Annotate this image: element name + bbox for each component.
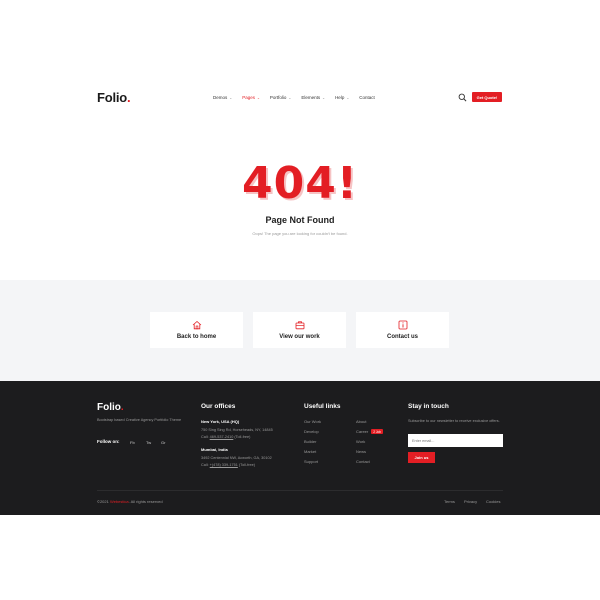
office-phone: Call: +(478) 339-1751 (Toll-free) bbox=[201, 463, 255, 467]
hiring-badge: 2 Job bbox=[371, 429, 384, 435]
office-city: New York, USA (HQ) bbox=[201, 419, 240, 424]
privacy-link[interactable]: Privacy bbox=[464, 499, 477, 504]
search-icon[interactable] bbox=[458, 93, 467, 102]
info-icon bbox=[398, 320, 407, 330]
office-address: 750 Sing Sing Rd, Horseheads, NY, 14845 bbox=[201, 428, 273, 432]
view-our-work-card[interactable]: View our work bbox=[253, 312, 346, 348]
nav-item-contact[interactable]: Contact bbox=[359, 95, 375, 100]
nav-item-help[interactable]: Help ⌄ bbox=[335, 95, 349, 100]
main-nav: Demos ⌄ Pages ⌄ Portfolio ⌄ Elements ⌄ Help ⌄… bbox=[213, 95, 385, 100]
copyright: ©2021 Webestica. All rights reserved bbox=[97, 499, 163, 504]
follow-label: Follow on: bbox=[97, 439, 120, 444]
footer-link[interactable]: Work bbox=[356, 439, 365, 444]
phone-link[interactable]: +(478) 339-1751 bbox=[210, 463, 238, 467]
newsletter-title: Stay in touch bbox=[408, 403, 449, 410]
cookies-link[interactable]: Cookies bbox=[486, 499, 500, 504]
card-label: Contact us bbox=[386, 334, 418, 340]
facebook-link[interactable]: Fb bbox=[130, 440, 135, 445]
phone-link[interactable]: 469-537-2410 bbox=[210, 435, 234, 439]
join-button[interactable]: Join us bbox=[408, 452, 435, 463]
footer-link-career[interactable]: Career 2 Job bbox=[356, 429, 384, 435]
chevron-down-icon: ⌄ bbox=[229, 95, 233, 100]
brand-link[interactable]: Webestica bbox=[110, 499, 129, 504]
office-city: Mumbai, India bbox=[201, 447, 228, 452]
card-label: View our work bbox=[279, 334, 320, 340]
get-quote-button[interactable]: Get Quote! bbox=[472, 92, 502, 102]
chevron-down-icon: ⌄ bbox=[256, 95, 260, 100]
chevron-down-icon: ⌄ bbox=[322, 95, 326, 100]
site-footer bbox=[0, 381, 600, 515]
footer-link[interactable]: Market bbox=[304, 449, 316, 454]
briefcase-icon bbox=[295, 321, 304, 330]
footer-link[interactable]: Support bbox=[304, 459, 318, 464]
logo[interactable]: Folio. bbox=[97, 90, 131, 105]
footer-logo[interactable]: Folio. bbox=[97, 402, 124, 413]
google-link[interactable]: Gr bbox=[161, 440, 165, 445]
page-subtitle: Oops! The page you are looking for could… bbox=[252, 231, 348, 236]
home-icon bbox=[192, 320, 201, 330]
chevron-down-icon: ⌄ bbox=[346, 95, 350, 100]
footer-description: Bootstrap based Creative Agency Portfoli… bbox=[97, 418, 182, 422]
nav-item-pages[interactable]: Pages ⌄ bbox=[242, 95, 260, 100]
back-to-home-card[interactable]: Back to home bbox=[150, 312, 243, 348]
office-phone: Call: 469-537-2410 (Toll-free) bbox=[201, 435, 251, 439]
footer-link[interactable]: Builder bbox=[304, 439, 316, 444]
offices-title: Our offices bbox=[201, 403, 236, 410]
email-field[interactable] bbox=[408, 434, 503, 447]
office-address: 3492 Centennial NW, Acworth, GA, 30102 bbox=[201, 456, 272, 460]
newsletter-text: Subscribe to our newsletter to receive e… bbox=[408, 419, 500, 423]
chevron-down-icon: ⌄ bbox=[288, 95, 292, 100]
footer-link[interactable]: News bbox=[356, 449, 366, 454]
twitter-link[interactable]: Tw bbox=[146, 440, 151, 445]
nav-item-elements[interactable]: Elements ⌄ bbox=[301, 95, 325, 100]
nav-item-portfolio[interactable]: Portfolio ⌄ bbox=[270, 95, 291, 100]
contact-us-card[interactable]: Contact us bbox=[356, 312, 449, 348]
footer-link[interactable]: About bbox=[356, 419, 366, 424]
site-header: Folio. Demos ⌄ Pages ⌄ Portfolio ⌄ Elements… bbox=[0, 88, 600, 110]
card-label: Back to home bbox=[176, 334, 217, 340]
error-code: 404! bbox=[242, 158, 358, 209]
nav-item-demos[interactable]: Demos ⌄ bbox=[213, 95, 232, 100]
useful-links-title: Useful links bbox=[304, 403, 341, 410]
footer-divider bbox=[97, 490, 503, 491]
page-title: Page Not Found bbox=[265, 215, 335, 225]
footer-link[interactable]: Develop bbox=[304, 429, 319, 434]
footer-link[interactable]: Our Work bbox=[304, 419, 321, 424]
footer-link[interactable]: Contact bbox=[356, 459, 370, 464]
terms-link[interactable]: Terms bbox=[444, 499, 455, 504]
